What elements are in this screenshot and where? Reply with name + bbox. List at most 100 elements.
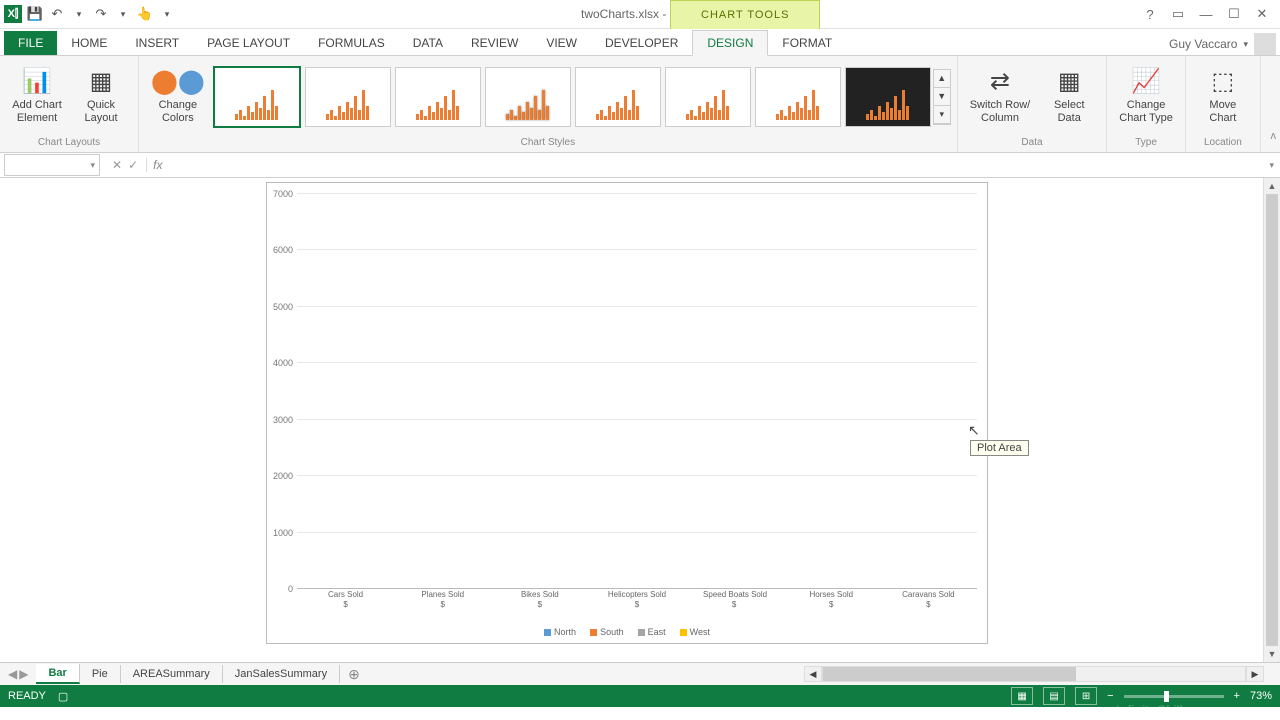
chart-style-thumb[interactable]	[305, 67, 391, 127]
legend-item[interactable]: North	[544, 627, 576, 637]
group-data: ⇄Switch Row/ Column ▦Select Data Data	[958, 56, 1108, 152]
tab-data[interactable]: DATA	[399, 31, 457, 55]
add-chart-element-icon: 📊	[22, 68, 52, 97]
zoom-handle[interactable]	[1164, 691, 1169, 702]
titlebar: X⫿ 💾 ↶ ▾ ↷ ▾ 👆 ▾ twoCharts.xlsx - Excel …	[0, 0, 1280, 29]
fx-icon[interactable]: fx	[147, 158, 168, 172]
select-data-icon: ▦	[1058, 68, 1081, 97]
formula-expand-icon[interactable]: ▾	[1263, 160, 1280, 171]
chart-style-thumb[interactable]	[845, 67, 931, 127]
switch-row-column-icon: ⇄	[990, 68, 1010, 97]
tab-developer[interactable]: DEVELOPER	[591, 31, 692, 55]
touch-mode-icon[interactable]: 👆	[136, 5, 154, 23]
chart-style-thumb[interactable]	[575, 67, 661, 127]
sheet-tab-jan-sales[interactable]: JanSalesSummary	[223, 665, 340, 683]
macro-record-icon[interactable]: ▢	[58, 690, 68, 703]
change-colors-button[interactable]: ⬤⬤Change Colors	[145, 66, 211, 127]
change-chart-type-button[interactable]: 📈Change Chart Type	[1113, 66, 1179, 127]
tab-view[interactable]: VIEW	[532, 31, 591, 55]
category-label: Caravans Sold $	[897, 588, 959, 609]
page-layout-view-icon[interactable]: ▤	[1043, 687, 1065, 705]
chart-style-thumb[interactable]	[665, 67, 751, 127]
tab-design[interactable]: DESIGN	[692, 30, 768, 56]
quick-layout-button[interactable]: ▦Quick Layout	[70, 66, 132, 127]
undo-icon[interactable]: ↶	[48, 5, 66, 23]
switch-row-column-button[interactable]: ⇄Switch Row/ Column	[964, 66, 1037, 127]
select-data-button[interactable]: ▦Select Data	[1038, 66, 1100, 127]
name-box[interactable]: ▾	[4, 154, 100, 176]
move-chart-button[interactable]: ⬚Move Chart	[1192, 66, 1254, 127]
page-break-view-icon[interactable]: ⊞	[1075, 687, 1097, 705]
legend-swatch-icon	[590, 629, 597, 636]
account-menu[interactable]: Guy Vaccaro▾	[1169, 33, 1276, 55]
gallery-more-icon[interactable]: ▾	[934, 106, 950, 124]
gallery-scroll: ▲ ▼ ▾	[933, 69, 951, 125]
tab-file[interactable]: FILE	[4, 31, 57, 55]
scroll-down-icon[interactable]: ▼	[1264, 646, 1280, 662]
sheet-tab-pie[interactable]: Pie	[80, 665, 121, 683]
group-chart-layouts: 📊Add Chart Element ▦Quick Layout Chart L…	[0, 56, 139, 152]
chart-style-gallery	[213, 66, 931, 128]
tab-format[interactable]: FORMAT	[768, 31, 846, 55]
close-icon[interactable]: ✕	[1252, 4, 1272, 24]
scroll-up-icon[interactable]: ▲	[1264, 178, 1280, 194]
chart-style-thumb[interactable]	[213, 66, 301, 128]
legend-item[interactable]: East	[638, 627, 666, 637]
legend-item[interactable]: South	[590, 627, 624, 637]
tab-page-layout[interactable]: PAGE LAYOUT	[193, 31, 304, 55]
help-icon[interactable]: ?	[1140, 4, 1160, 24]
save-icon[interactable]: 💾	[26, 5, 44, 23]
ribbon-options-icon[interactable]: ▭	[1168, 4, 1188, 24]
group-chart-styles: ⬤⬤Change Colors ▲ ▼ ▾ Chart Styles	[139, 56, 958, 152]
zoom-slider[interactable]	[1124, 695, 1224, 698]
tab-insert[interactable]: INSERT	[121, 31, 193, 55]
horizontal-scrollbar[interactable]: ◀ ▶	[804, 666, 1264, 682]
chart-style-thumb[interactable]	[395, 67, 481, 127]
redo-dropdown-icon[interactable]: ▾	[114, 5, 132, 23]
minimize-icon[interactable]: —	[1196, 4, 1216, 24]
tab-review[interactable]: REVIEW	[457, 31, 532, 55]
tab-home[interactable]: HOME	[57, 31, 121, 55]
ribbon-tabs: FILE HOME INSERT PAGE LAYOUT FORMULAS DA…	[0, 29, 1280, 56]
tab-nav: ◀ ▶	[0, 667, 36, 681]
vertical-scrollbar[interactable]: ▲ ▼	[1263, 178, 1280, 662]
formula-cancel-icon[interactable]: ✕	[112, 158, 122, 172]
scrollbar-thumb[interactable]	[1266, 194, 1278, 646]
legend-item[interactable]: West	[680, 627, 710, 637]
tab-nav-right-icon[interactable]: ▶	[19, 667, 28, 681]
zoom-in-icon[interactable]: +	[1234, 690, 1240, 702]
undo-dropdown-icon[interactable]: ▾	[70, 5, 88, 23]
gallery-up-icon[interactable]: ▲	[934, 70, 950, 88]
qat-customize-icon[interactable]: ▾	[158, 5, 176, 23]
maximize-icon[interactable]: ☐	[1224, 4, 1244, 24]
collapse-ribbon-icon[interactable]: ʌ	[1271, 130, 1277, 142]
gallery-down-icon[interactable]: ▼	[934, 88, 950, 106]
chart-style-thumb[interactable]	[755, 67, 841, 127]
sheet-tab-area-summary[interactable]: AREASummary	[121, 665, 223, 683]
formula-input[interactable]	[168, 154, 1263, 176]
add-sheet-icon[interactable]: ⊕	[340, 666, 368, 683]
normal-view-icon[interactable]: ▦	[1011, 687, 1033, 705]
plot-area[interactable]: 01000200030004000500060007000Cars Sold $…	[297, 193, 977, 588]
tab-nav-left-icon[interactable]: ◀	[8, 667, 17, 681]
zoom-out-icon[interactable]: −	[1107, 690, 1113, 702]
group-label: Location	[1192, 135, 1254, 150]
scroll-left-icon[interactable]: ◀	[804, 666, 822, 682]
legend-label: West	[690, 627, 710, 637]
scroll-right-icon[interactable]: ▶	[1246, 666, 1264, 682]
quick-access-toolbar: X⫿ 💾 ↶ ▾ ↷ ▾ 👆 ▾	[0, 5, 176, 23]
chart-legend[interactable]: North South East West	[267, 627, 987, 637]
chart-style-thumb[interactable]	[485, 67, 571, 127]
sheet-tabs-row: ◀ ▶ Bar Pie AREASummary JanSalesSummary …	[0, 662, 1280, 685]
formula-confirm-icon[interactable]: ✓	[128, 158, 138, 172]
tab-formulas[interactable]: FORMULAS	[304, 31, 399, 55]
avatar-icon	[1254, 33, 1276, 55]
zoom-level[interactable]: 73%	[1250, 690, 1272, 702]
group-label: Data	[964, 135, 1101, 150]
scrollbar-thumb[interactable]	[823, 667, 1076, 681]
redo-icon[interactable]: ↷	[92, 5, 110, 23]
sheet-tab-bar[interactable]: Bar	[36, 664, 79, 684]
chart-object[interactable]: 01000200030004000500060007000Cars Sold $…	[266, 182, 988, 644]
add-chart-element-button[interactable]: 📊Add Chart Element	[6, 66, 68, 127]
excel-logo-icon: X⫿	[4, 5, 22, 23]
